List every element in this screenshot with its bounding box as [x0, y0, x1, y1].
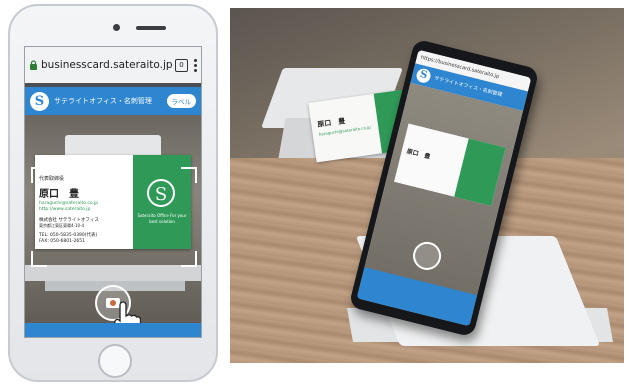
url-text[interactable]: businesscard.sateraito.jp	[41, 59, 175, 71]
sateraito-logo: S	[30, 91, 49, 111]
card-logo: S	[147, 179, 175, 207]
home-button[interactable]	[98, 344, 132, 378]
front-camera	[113, 24, 120, 31]
photo-screen-card-name: 原口 豊	[405, 148, 431, 161]
photo-shutter-button	[410, 238, 445, 273]
tab-switcher-button[interactable]: 0	[175, 58, 188, 72]
camera-viewfinder: 代表取締役 原口 豊 haraguchi@sateraito.co.jp htt…	[25, 115, 201, 337]
browser-address-bar[interactable]: businesscard.sateraito.jp 0	[25, 47, 201, 83]
scan-frame-corner-bl	[31, 251, 47, 267]
label-button[interactable]: ラベル	[166, 94, 196, 108]
scan-frame-corner-tl	[31, 167, 47, 183]
business-card: 代表取締役 原口 豊 haraguchi@sateraito.co.jp htt…	[35, 155, 191, 249]
photo-screen-card: 原口 豊	[394, 123, 506, 206]
photo-screen-card-green	[454, 138, 506, 206]
scan-frame-corner-tr	[181, 167, 197, 183]
bottom-blue-bar	[25, 323, 201, 337]
app-header: S サテライトオフィス・名刺管理 ラベル	[25, 87, 201, 115]
more-options-icon[interactable]	[194, 58, 197, 72]
earpiece-speaker	[136, 26, 166, 30]
card-stand-base	[25, 265, 201, 281]
card-tel: TEL: 050-5835-0390(代表)	[39, 233, 98, 238]
card-website: http://www.sateraito.jp	[39, 207, 91, 212]
product-photo: 原口 豊 haraguchi@sateraito.co.jp https://b…	[230, 8, 624, 363]
app-title: サテライトオフィス・名刺管理	[54, 97, 152, 105]
card-name: 原口 豊	[39, 189, 79, 200]
card-address: 東京都江東区東陽4-10-4	[39, 223, 85, 228]
card-email: haraguchi@sateraito.co.jp	[39, 201, 99, 206]
phone-mockup: businesscard.sateraito.jp 0 S サテライトオフィス・…	[8, 4, 218, 382]
card-fax: FAX: 050-6801-2651	[39, 239, 86, 244]
card-tagline: Sateraito Office For your best solution	[137, 213, 187, 224]
lock-icon	[29, 60, 38, 70]
photo-sateraito-logo: S	[415, 67, 433, 85]
scan-frame-corner-br	[181, 251, 197, 267]
phone-screen: businesscard.sateraito.jp 0 S サテライトオフィス・…	[24, 46, 202, 338]
